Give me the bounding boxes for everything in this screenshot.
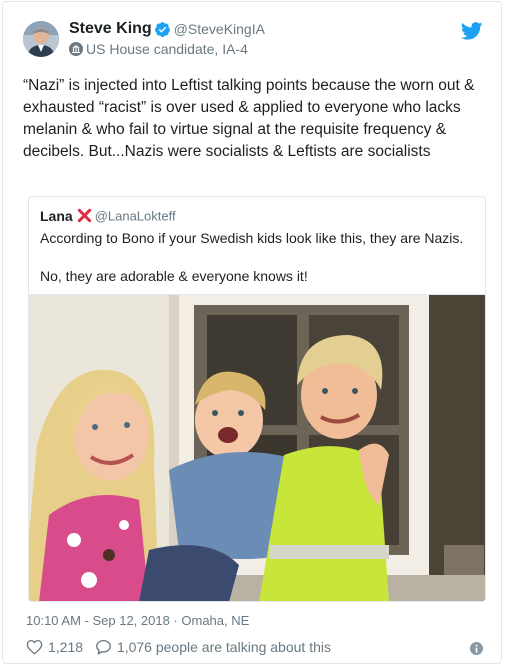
photo-image xyxy=(29,295,485,601)
avatar-image xyxy=(23,21,59,57)
speech-bubble-icon xyxy=(96,640,111,655)
quoted-photo[interactable] xyxy=(29,294,485,601)
government-building-icon xyxy=(69,42,83,56)
author-name[interactable]: Steve King xyxy=(69,20,152,37)
tweet-actions: 1,218 1,076 people are talking about thi… xyxy=(25,638,331,656)
like-count: 1,218 xyxy=(48,639,84,656)
quoted-tweet-text: According to Bono if your Swedish kids l… xyxy=(40,230,464,284)
heart-icon xyxy=(26,640,43,655)
quoted-author-handle: @LanaLokteff xyxy=(94,208,176,224)
tweet-header: Steve King @SteveKingIA US House candida… xyxy=(23,20,483,64)
like-button[interactable]: 1,218 xyxy=(25,638,83,656)
verified-badge-icon xyxy=(154,21,170,37)
quoted-tweet-header: Lana @LanaLokteff xyxy=(40,207,176,227)
author-handle[interactable]: @SteveKingIA xyxy=(174,21,265,37)
tweet-text: “Nazi” is injected into Leftist talking … xyxy=(23,77,475,160)
tweet-card: Steve King @SteveKingIA US House candida… xyxy=(2,1,502,664)
twitter-bird-icon[interactable] xyxy=(461,22,483,40)
cross-mark-icon xyxy=(77,209,91,223)
quoted-tweet[interactable]: Lana @LanaLokteff According to Bono if y… xyxy=(28,196,486,602)
avatar[interactable] xyxy=(23,21,59,57)
author-label-text: US House candidate, IA-4 xyxy=(86,41,248,57)
reply-button[interactable]: 1,076 people are talking about this xyxy=(94,638,331,656)
quoted-author-name: Lana xyxy=(40,207,73,224)
talking-about-count: 1,076 people are talking about this xyxy=(116,639,331,656)
author-name-line: Steve King @SteveKingIA xyxy=(69,20,265,40)
tweet-timestamp[interactable]: 10:10 AM - Sep 12, 2018 · Omaha, NE xyxy=(26,613,249,629)
author-label: US House candidate, IA-4 xyxy=(69,41,248,59)
info-icon[interactable] xyxy=(470,642,483,655)
